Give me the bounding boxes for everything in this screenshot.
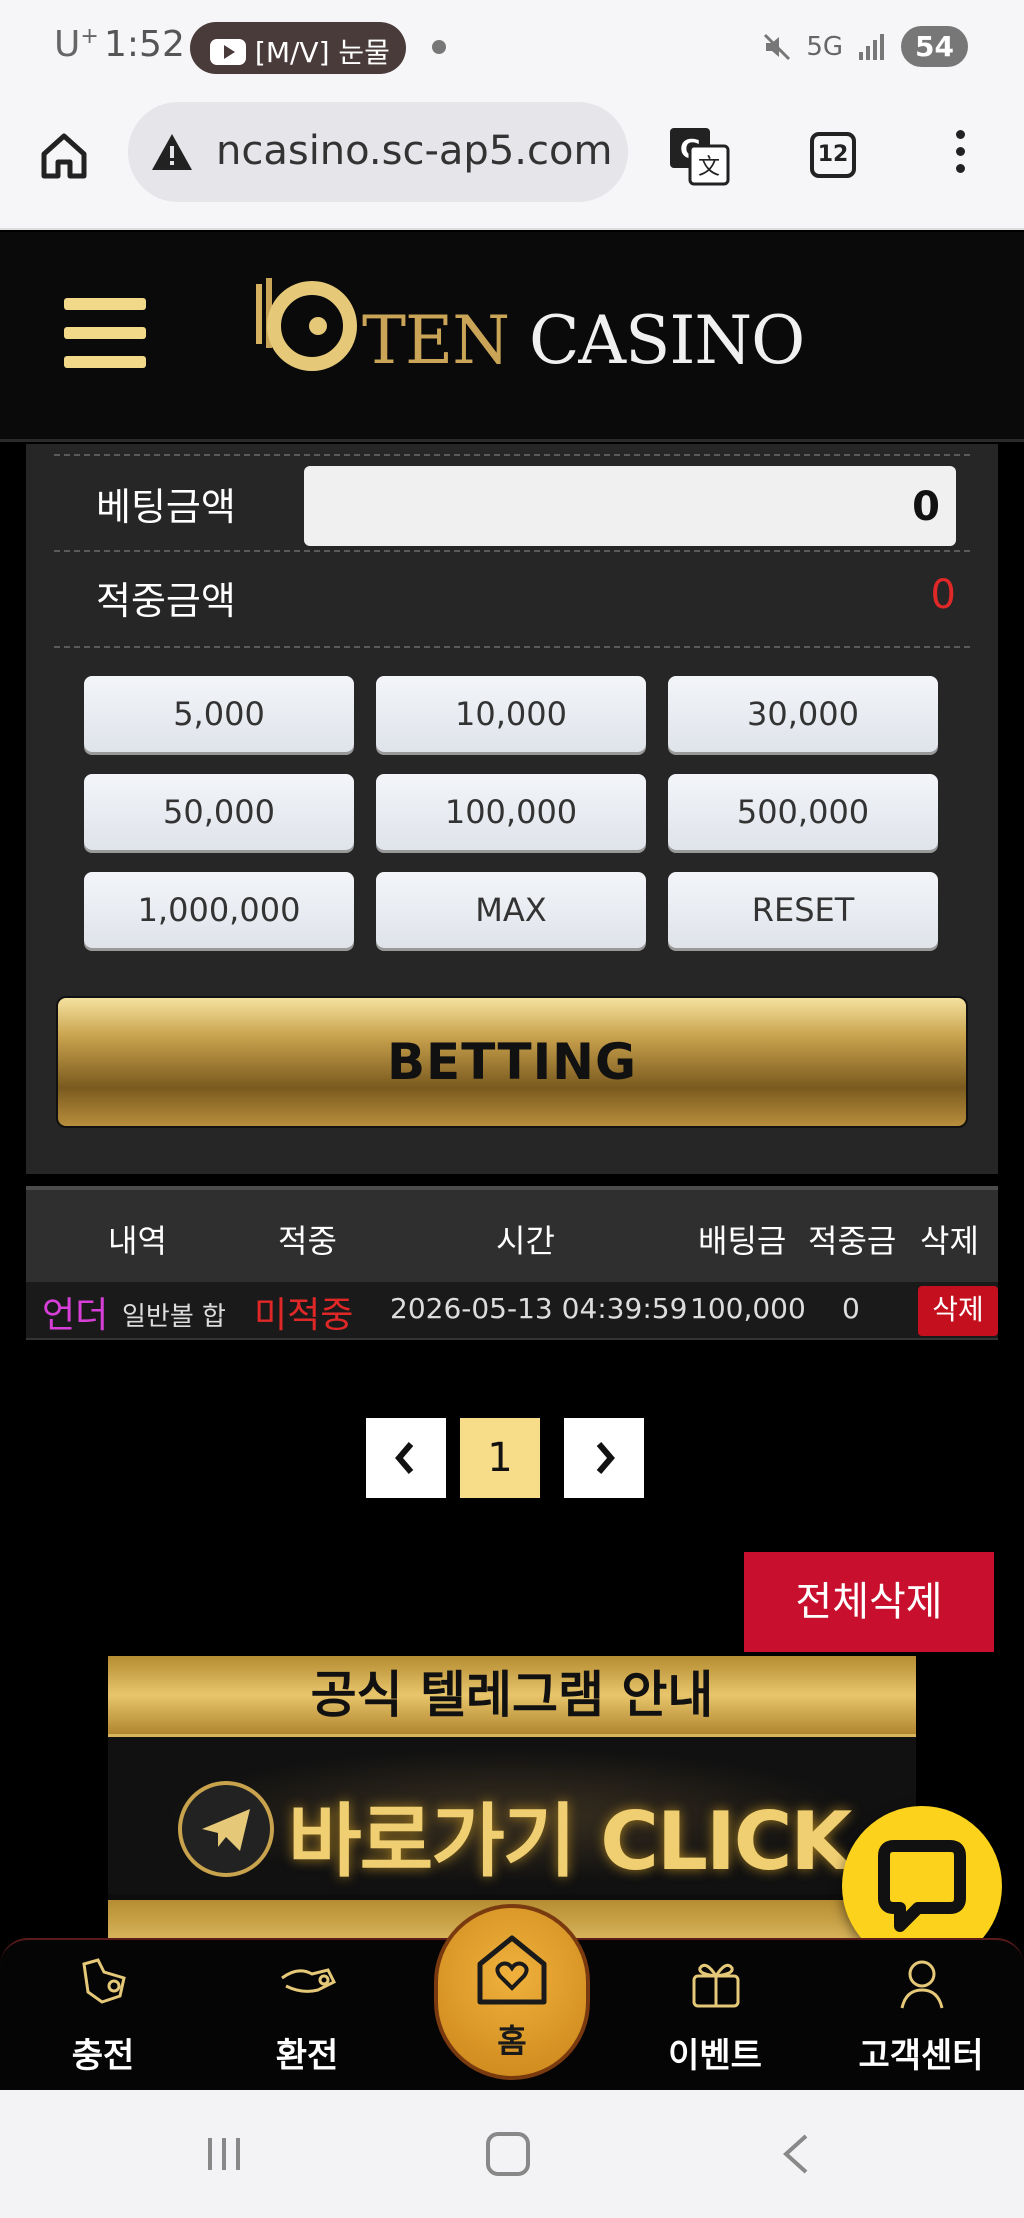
bet-time: 2026-05-13 04:39:59 — [390, 1292, 688, 1325]
network-type: 5G — [806, 31, 844, 62]
home-heart-icon — [477, 1935, 547, 2005]
tab-switcher-button[interactable]: 12 — [810, 132, 856, 178]
mute-icon — [764, 33, 791, 60]
chevron-left-icon — [395, 1442, 414, 1474]
menu-icon[interactable] — [64, 298, 146, 370]
amount-button-50000[interactable]: 50,000 — [84, 774, 354, 850]
amount-button-1000000[interactable]: 1,000,000 — [84, 872, 354, 948]
nav-withdraw-label: 환전 — [275, 2036, 339, 2076]
more-menu-icon[interactable] — [948, 130, 972, 180]
nav-withdraw[interactable]: 환전 — [232, 1940, 382, 2092]
amount-button-30000[interactable]: 30,000 — [668, 676, 938, 752]
signal-icon — [859, 33, 885, 60]
column-header-time: 시간 — [496, 1222, 555, 1260]
delete-row-button[interactable]: 삭제 — [918, 1286, 998, 1336]
bet-amount-input[interactable]: 0 — [304, 466, 956, 546]
result-badge: 미적중 — [254, 1295, 354, 1336]
divider — [54, 646, 970, 648]
logo-text: TEN CASINO — [362, 302, 805, 379]
notification-dot — [432, 40, 446, 54]
divider — [54, 454, 970, 456]
bet-amount: 100,000 — [690, 1292, 806, 1325]
bet-history-table: 내역 적중 시간 배팅금 적중금 삭제 언더 일반볼 합 미적중 2026-05… — [26, 1186, 998, 1340]
table-header: 내역 적중 시간 배팅금 적중금 삭제 — [26, 1186, 998, 1282]
bet-panel: 베팅금액 0 적중금액 0 5,000 10,000 30,000 50,000… — [26, 444, 998, 1174]
status-icons: 5G 54 — [762, 26, 968, 67]
nav-event-label: 이벤트 — [668, 2036, 762, 2076]
battery-indicator: 54 — [901, 26, 968, 67]
win-amount-value: 0 — [930, 572, 956, 618]
delete-all-button[interactable]: 전체삭제 — [744, 1552, 994, 1652]
carrier-label: U+ — [54, 24, 99, 65]
bet-amount-label: 베팅금액 — [96, 485, 236, 529]
status-bar: U+ 1:52 [M/V] 눈물 5G 54 — [0, 0, 1024, 96]
svg-text:文: 文 — [698, 155, 720, 180]
game-type: 일반볼 합 — [122, 1302, 226, 1332]
reset-button[interactable]: RESET — [668, 872, 938, 948]
media-notification[interactable]: [M/V] 눈물 — [190, 22, 406, 74]
divider — [54, 550, 970, 552]
banner-body: 바로가기 CLICK — [108, 1734, 916, 1894]
chevron-right-icon — [596, 1442, 615, 1474]
win-amount-label: 적중금액 — [96, 579, 236, 623]
browser-toolbar: ncasino.sc-ap5.com G文 12 — [0, 96, 1024, 230]
site-header: TEN CASINO — [0, 232, 1024, 442]
next-page-button[interactable] — [564, 1418, 644, 1498]
page-number-current[interactable]: 1 — [460, 1418, 540, 1498]
column-header-delete: 삭제 — [920, 1222, 979, 1260]
nav-event[interactable]: 이벤트 — [640, 1940, 790, 2092]
system-nav-bar — [0, 2090, 1024, 2218]
column-header-win: 적중금 — [808, 1222, 897, 1260]
max-button[interactable]: MAX — [376, 872, 646, 948]
pick-value: 언더 — [42, 1295, 109, 1336]
youtube-icon — [210, 39, 246, 65]
clock: 1:52 — [104, 24, 185, 65]
amount-button-10000[interactable]: 10,000 — [376, 676, 646, 752]
nav-home[interactable]: 홈 — [434, 1904, 590, 2080]
betting-button[interactable]: BETTING — [56, 996, 968, 1128]
home-icon[interactable] — [38, 130, 90, 182]
amount-button-5000[interactable]: 5,000 — [84, 676, 354, 752]
prev-page-button[interactable] — [366, 1418, 446, 1498]
column-header-result: 적중 — [278, 1222, 337, 1260]
column-header-bet: 배팅금 — [698, 1222, 787, 1260]
logo-emblem-icon — [256, 278, 357, 371]
translate-icon[interactable]: G文 — [668, 126, 730, 188]
withdraw-icon — [281, 1968, 337, 1993]
support-agent-icon — [900, 1960, 944, 2009]
system-home-icon[interactable] — [486, 2132, 530, 2176]
nav-home-label: 홈 — [497, 2022, 527, 2060]
site-logo[interactable]: TEN CASINO — [252, 268, 805, 398]
banner-cta: 바로가기 CLICK — [288, 1795, 852, 1888]
column-header-history: 내역 — [108, 1222, 167, 1260]
address-bar[interactable]: ncasino.sc-ap5.com — [128, 102, 628, 202]
gift-icon — [692, 1963, 740, 2008]
nav-deposit[interactable]: 충전 — [28, 1940, 178, 2092]
recent-apps-icon[interactable] — [204, 2134, 244, 2174]
nav-support[interactable]: 고객센터 — [846, 1940, 996, 2092]
win-amount: 0 — [842, 1292, 860, 1325]
table-row: 언더 일반볼 합 미적중 2026-05-13 04:39:59 100,000… — [26, 1282, 998, 1340]
url-text: ncasino.sc-ap5.com — [216, 128, 613, 174]
telegram-icon — [178, 1781, 274, 1877]
amount-button-100000[interactable]: 100,000 — [376, 774, 646, 850]
media-title: [M/V] 눈물 — [254, 36, 390, 69]
banner-title: 공식 텔레그램 안내 — [108, 1656, 916, 1734]
back-icon[interactable] — [780, 2132, 810, 2176]
amount-button-500000[interactable]: 500,000 — [668, 774, 938, 850]
deposit-icon — [82, 1958, 126, 2004]
nav-deposit-label: 충전 — [71, 2036, 135, 2076]
nav-support-label: 고객센터 — [858, 2036, 984, 2076]
warning-icon[interactable] — [150, 132, 194, 172]
